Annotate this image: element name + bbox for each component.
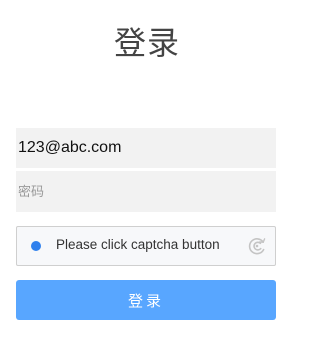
password-field[interactable] bbox=[16, 171, 276, 212]
email-field[interactable] bbox=[16, 128, 276, 168]
captcha-status-dot bbox=[31, 241, 41, 251]
page-title: 登录 bbox=[113, 24, 180, 62]
captcha-button[interactable]: Please click captcha button bbox=[16, 226, 276, 266]
captcha-label: Please click captcha button bbox=[56, 237, 220, 252]
captcha-refresh-icon bbox=[248, 238, 266, 255]
login-button[interactable]: 登录 bbox=[16, 280, 276, 320]
